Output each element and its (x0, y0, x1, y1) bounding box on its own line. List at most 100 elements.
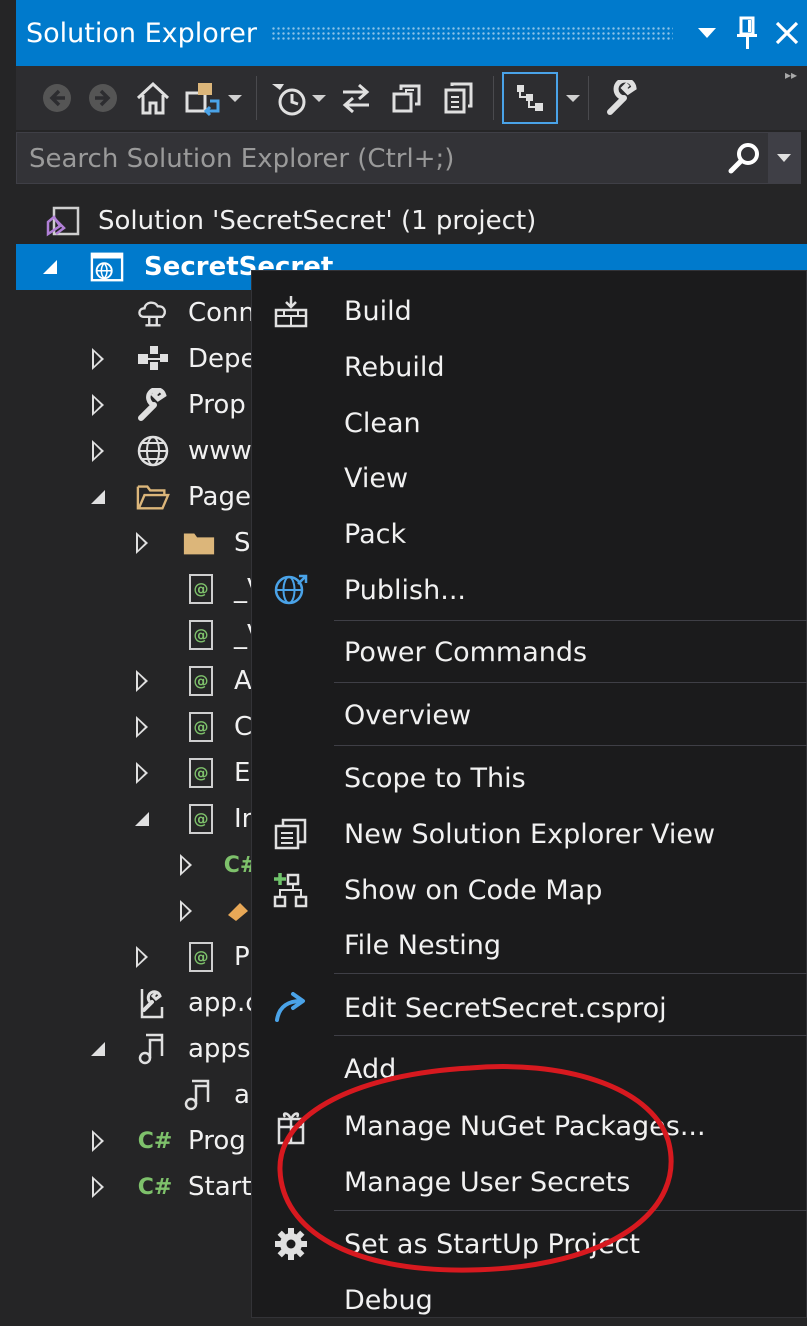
toolbar-overflow-icon[interactable]: ▸▸ (785, 68, 797, 82)
pin-icon[interactable] (727, 0, 767, 66)
web-project-icon (90, 250, 124, 284)
toolbar-separator (493, 76, 494, 120)
expand-toggle-icon[interactable] (132, 760, 152, 786)
menu-item-clean[interactable]: Clean (252, 397, 807, 449)
tree-item-label: A (234, 666, 252, 696)
menu-separator (334, 745, 807, 746)
expand-toggle-icon[interactable] (88, 1128, 108, 1154)
gear-icon (270, 1223, 312, 1265)
csharp-file-icon: C# (137, 1128, 173, 1154)
menu-item-label: Show on Code Map (344, 874, 603, 906)
tree-item-label: S (234, 528, 251, 558)
expand-toggle-icon[interactable] (132, 944, 152, 970)
menu-item-manage-nuget[interactable]: Manage NuGet Packages... (252, 1100, 807, 1152)
menu-item-new-solution-explorer-view[interactable]: New Solution Explorer View (252, 808, 807, 860)
menu-item-label: Scope to This (344, 762, 526, 794)
switch-views-icon[interactable] (178, 70, 248, 126)
forward-icon[interactable] (78, 70, 128, 126)
expand-toggle-icon[interactable] (88, 438, 108, 464)
menu-item-label: Manage User Secrets (344, 1166, 631, 1198)
expand-toggle-icon[interactable] (88, 392, 108, 418)
properties-icon[interactable] (597, 70, 647, 126)
menu-item-label: Build (344, 295, 412, 327)
toolbar: ▸▸ (16, 66, 807, 130)
expand-toggle-icon[interactable] (88, 1174, 108, 1200)
sync-with-active-document-icon[interactable] (331, 70, 381, 126)
menu-separator (334, 620, 807, 621)
tree-item-label: a (234, 1080, 250, 1110)
preview-selected-items-icon[interactable] (502, 72, 558, 124)
menu-item-label: Clean (344, 407, 421, 439)
menu-item-manage-user-secrets[interactable]: Manage User Secrets (252, 1156, 807, 1208)
dropdown-arrow-icon[interactable] (687, 0, 727, 66)
toolbar-separator (588, 76, 589, 120)
home-icon[interactable] (128, 70, 178, 126)
folder-icon (182, 526, 216, 560)
solution-icon (46, 204, 80, 238)
expand-toggle-icon[interactable] (132, 668, 152, 694)
expand-toggle-icon[interactable] (176, 852, 196, 878)
tree-node-solution[interactable]: Solution 'SecretSecret' (1 project) (16, 198, 807, 244)
tree-item-label: P (234, 942, 250, 972)
tree-item-label: Page (188, 482, 251, 512)
menu-item-show-on-code-map[interactable]: Show on Code Map (252, 864, 807, 916)
razor-file-icon: @ (184, 756, 218, 790)
globe-icon (136, 434, 170, 468)
pending-changes-filter-icon[interactable] (265, 70, 331, 126)
close-icon[interactable] (767, 0, 807, 66)
collapse-toggle-icon[interactable] (88, 1036, 108, 1062)
search-box (16, 132, 801, 185)
title-drag-grip[interactable] (271, 26, 673, 40)
code-map-icon (270, 869, 312, 911)
menu-item-label: Set as StartUp Project (344, 1228, 640, 1260)
menu-item-label: Debug (344, 1284, 433, 1316)
search-icon[interactable] (722, 133, 766, 183)
menu-item-debug[interactable]: Debug (252, 1274, 807, 1326)
menu-item-scope-to-this[interactable]: Scope to This (252, 752, 807, 804)
dependencies-icon (136, 342, 170, 376)
menu-item-label: Pack (344, 518, 407, 550)
tree-item-label: Prog (188, 1126, 246, 1156)
menu-item-label: Publish... (344, 574, 466, 606)
menu-item-label: New Solution Explorer View (344, 818, 716, 850)
menu-item-pack[interactable]: Pack (252, 508, 807, 560)
menu-item-label: Edit SecretSecret.csproj (344, 992, 667, 1024)
collapse-all-icon[interactable] (381, 70, 433, 126)
collapse-toggle-icon[interactable] (40, 254, 60, 280)
tree-item-label: Conn (188, 298, 256, 328)
razor-file-icon: @ (184, 618, 218, 652)
razor-file-icon: @ (184, 572, 218, 606)
back-icon[interactable] (36, 70, 78, 126)
expand-toggle-icon[interactable] (132, 714, 152, 740)
menu-item-add[interactable]: Add (252, 1043, 807, 1095)
menu-item-edit-csproj[interactable]: Edit SecretSecret.csproj (252, 982, 807, 1034)
search-input[interactable] (17, 133, 731, 185)
context-menu: Build Rebuild Clean View Pack Publish...… (251, 270, 807, 1318)
menu-item-label: Rebuild (344, 351, 445, 383)
toolbar-separator (256, 76, 257, 120)
connected-services-icon (136, 296, 170, 330)
menu-item-build[interactable]: Build (252, 285, 807, 337)
tree-item-label: apps (188, 1034, 251, 1064)
collapse-toggle-icon[interactable] (132, 806, 152, 832)
menu-item-label: Add (344, 1053, 397, 1085)
menu-item-label: Manage NuGet Packages... (344, 1110, 706, 1142)
menu-item-view[interactable]: View (252, 452, 807, 504)
menu-item-overview[interactable]: Overview (252, 689, 807, 741)
search-options-dropdown-icon[interactable] (768, 133, 800, 183)
menu-item-label: Power Commands (344, 636, 588, 668)
menu-separator (334, 973, 807, 974)
expand-toggle-icon[interactable] (176, 898, 196, 924)
razor-file-icon: @ (184, 664, 218, 698)
menu-item-set-as-startup[interactable]: Set as StartUp Project (252, 1218, 807, 1270)
show-all-files-icon[interactable] (433, 70, 485, 126)
collapse-toggle-icon[interactable] (88, 484, 108, 510)
menu-item-power-commands[interactable]: Power Commands (252, 626, 807, 678)
menu-item-publish[interactable]: Publish... (252, 564, 807, 616)
json-file-icon (136, 1032, 170, 1066)
razor-file-icon: @ (184, 802, 218, 836)
menu-item-file-nesting[interactable]: File Nesting (252, 919, 807, 971)
menu-item-rebuild[interactable]: Rebuild (252, 341, 807, 393)
expand-toggle-icon[interactable] (88, 346, 108, 372)
expand-toggle-icon[interactable] (132, 530, 152, 556)
